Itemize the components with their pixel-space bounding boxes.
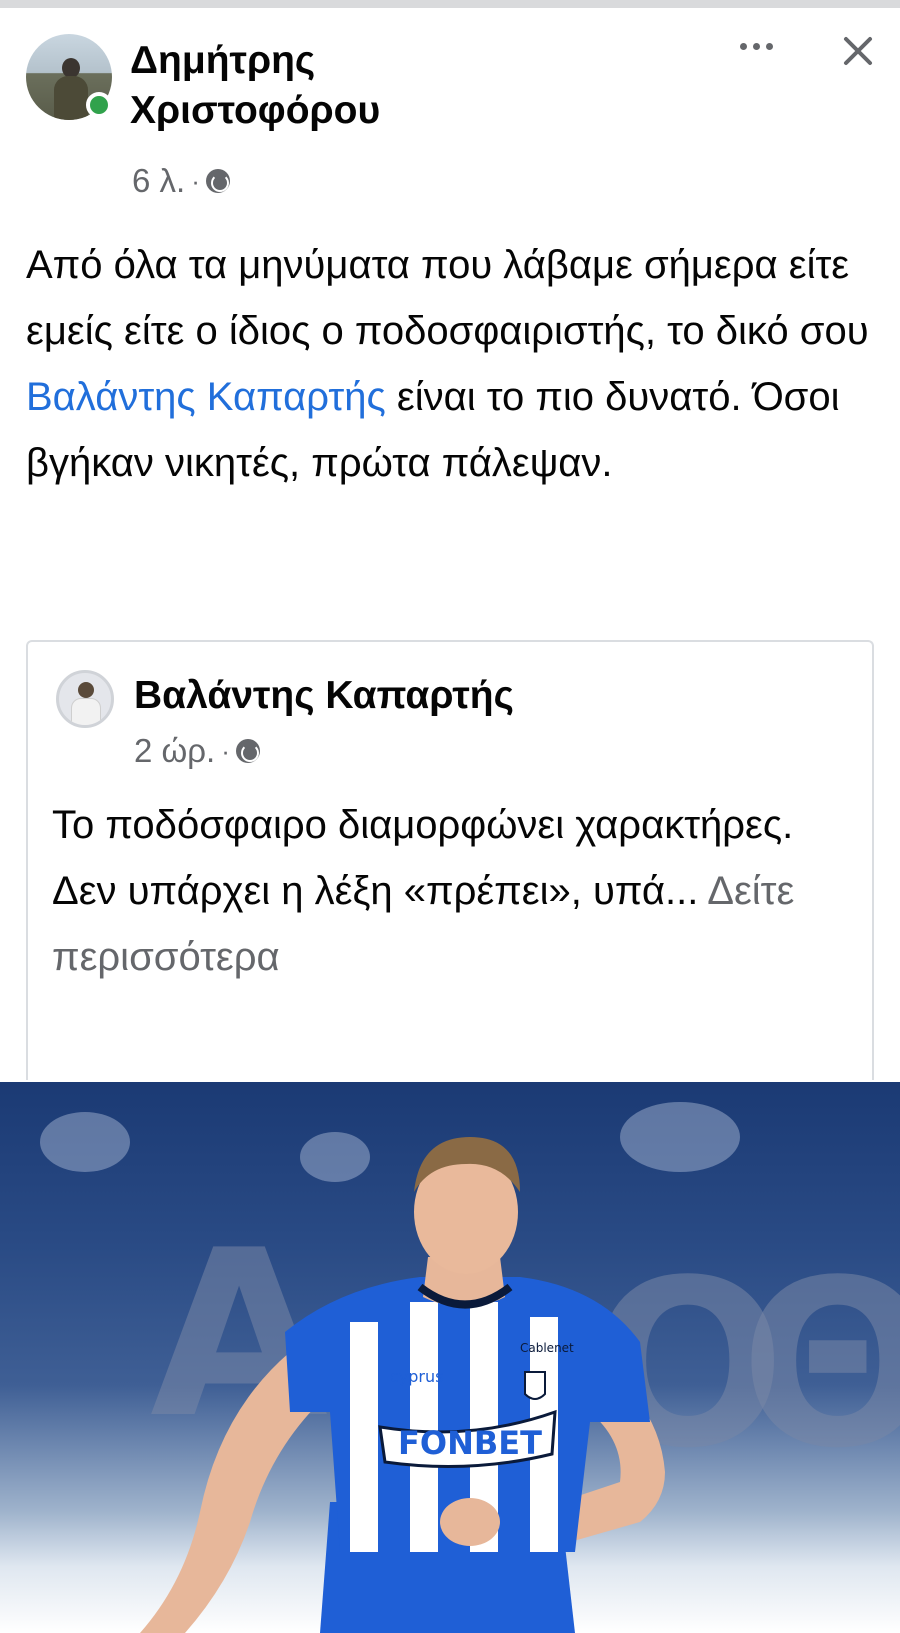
post-author-name[interactable]: Δημήτρης Χριστοφόρου [130, 36, 550, 136]
top-divider [0, 0, 900, 8]
avatar-body [54, 76, 88, 120]
jersey-sponsor-secondary: Cablenet [520, 1341, 574, 1355]
shared-avatar-body [71, 698, 101, 725]
post-text: Από όλα τα μηνύματα που λάβαμε σήμερα εί… [26, 232, 876, 496]
more-dot [752, 42, 760, 50]
shared-time[interactable]: 2 ώρ. [134, 732, 215, 770]
shared-meta-separator: · [221, 735, 230, 766]
post-time[interactable]: 6 λ. [132, 162, 185, 200]
shared-meta: 2 ώρ. · [134, 732, 260, 770]
more-dot [765, 42, 773, 50]
globe-icon [235, 739, 260, 763]
post-text-before: Από όλα τα μηνύματα που λάβαμε σήμερα εί… [26, 243, 869, 353]
jersey-front-sponsor: FONBET [398, 1424, 542, 1462]
more-options-icon[interactable] [736, 36, 776, 56]
shared-author-avatar[interactable] [56, 670, 114, 728]
avatar-head [62, 58, 80, 78]
online-status-indicator [86, 92, 112, 118]
close-icon[interactable] [838, 30, 878, 70]
shared-text: Το ποδόσφαιρο διαμορφώνει χαρακτήρες. Δε… [52, 792, 852, 990]
shared-author-name[interactable]: Βαλάντης Καπαρτής [134, 674, 514, 718]
shared-post-card[interactable]: Βαλάντης Καπαρτής 2 ώρ. · Το ποδόσφαιρο … [26, 640, 874, 1080]
globe-icon [205, 169, 230, 193]
football-player-figure: FONBET cyprus Cablenet [140, 1137, 665, 1633]
shared-body: Το ποδόσφαιρο διαμορφώνει χαρακτήρες. Δε… [52, 803, 794, 913]
meta-separator: · [191, 165, 200, 196]
jersey-sponsor: cyprus [390, 1367, 443, 1386]
post-meta: 6 λ. · [132, 162, 230, 200]
shared-avatar-head [78, 682, 94, 698]
more-dot [739, 42, 747, 50]
mention-link[interactable]: Βαλάντης Καπαρτής [26, 375, 386, 419]
post-photo[interactable]: Α Ο Θ FONBET cyprus Cablenet [0, 1082, 900, 1633]
